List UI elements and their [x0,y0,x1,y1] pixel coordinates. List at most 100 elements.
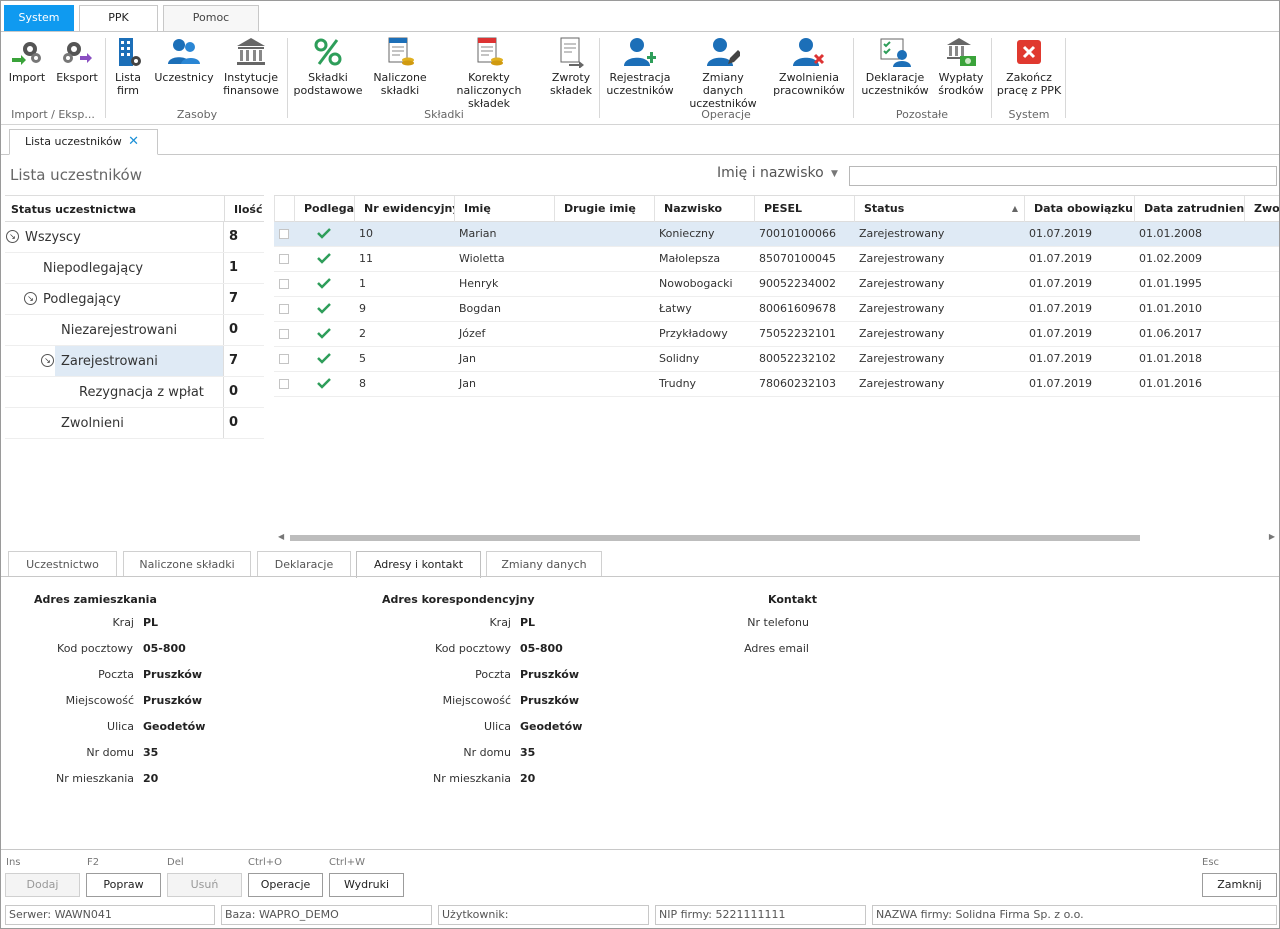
status-row-zwolnieni[interactable]: Zwolnieni 0 [5,408,264,439]
group-label-import: Import / Eksp... [11,108,95,121]
cell-drugie-imie [554,347,654,371]
usun-button[interactable]: Usuń [167,873,242,897]
expand-icon[interactable]: ↘ [24,292,37,305]
cell-nr: 5 [359,352,366,365]
popraw-button[interactable]: Popraw [86,873,161,897]
search-field-selector[interactable]: Imię i nazwisko [717,165,824,181]
detail-tabs: Uczestnictwo Naliczone składki Deklaracj… [1,549,1279,578]
grid-header: Podlega Nr ewidencyjny Imię Drugie imię … [274,195,1279,222]
cell-pesel: 78060232103 [759,377,836,390]
deklaracje-button[interactable]: Deklaracje uczestników [857,36,933,100]
column-header-nr[interactable]: Nr ewidencyjny [354,196,454,222]
scroll-left-icon[interactable]: ◀ [278,532,284,541]
checkmark-icon [317,302,331,317]
document-tab[interactable]: Lista uczestników ✕ [9,129,158,155]
column-header-data-zatrudnienia[interactable]: Data zatrudnienia [1134,196,1244,222]
column-header-count[interactable]: Ilość [234,203,263,216]
wyplaty-button[interactable]: Wypłaty środków [935,36,987,100]
column-header-pesel[interactable]: PESEL [754,196,854,222]
import-button[interactable]: Import [5,36,49,100]
users-icon [153,36,215,68]
status-row-niezarejestrowani[interactable]: Niezarejestrowani 0 [5,315,264,346]
scroll-right-icon[interactable]: ▶ [1269,532,1275,541]
row-checkbox[interactable] [279,304,289,314]
zwroty-button[interactable]: Zwroty składek [547,36,595,100]
uczestnicy-button[interactable]: Uczestnicy [153,36,215,100]
zwolnienia-button[interactable]: Zwolnienia pracowników [769,36,849,100]
operacje-button[interactable]: Operacje [248,873,323,897]
column-header-data-obowiazku[interactable]: Data obowiązku [1024,196,1134,222]
search-input[interactable] [849,166,1277,186]
label-kraj: Kraj [112,616,134,629]
expand-icon[interactable]: ↘ [6,230,19,243]
skladki-podstawowe-button[interactable]: Składki podstawowe [291,36,365,100]
zakoncz-button[interactable]: Zakończ pracę z PPK [995,36,1063,100]
zamknij-button[interactable]: Zamknij [1202,873,1277,897]
table-row[interactable]: 1 Henryk Nowobogacki 90052234002 Zarejestrow… [274,272,1279,297]
label-kod-pocztowy: Kod pocztowy [435,642,511,655]
column-header-select[interactable] [274,196,294,222]
dodaj-button[interactable]: Dodaj [5,873,80,897]
expand-icon[interactable]: ↘ [41,354,54,367]
status-row-wszyscy[interactable]: ↘ Wszyscy 8 [5,222,264,253]
tab-system[interactable]: System [4,5,74,31]
tab-uczestnictwo[interactable]: Uczestnictwo [8,551,117,577]
horizontal-scrollbar[interactable]: ◀ ▶ [274,532,1279,544]
eksport-button[interactable]: Eksport [53,36,101,100]
percent-icon [291,36,365,68]
row-checkbox[interactable] [279,354,289,364]
table-row[interactable]: 9 Bogdan Łatwy 80061609678 Zarejestrowany 01.… [274,297,1279,322]
value-kraj: PL [143,616,159,629]
value-nr-domu: 35 [143,746,159,759]
column-header-drugie-imie[interactable]: Drugie imię [554,196,654,222]
instytucje-button[interactable]: Instytucje finansowe [219,36,283,100]
tab-zmiany-danych[interactable]: Zmiany danych [486,551,602,577]
cell-imie: Wioletta [459,252,505,265]
column-header-zwol[interactable]: Zwol [1244,196,1279,222]
zmiany-danych-button[interactable]: Zmiany danych uczestników [681,36,765,110]
user-edit-icon [681,36,765,68]
close-icon[interactable]: ✕ [128,130,139,154]
column-header-status[interactable]: Status uczestnictwa [11,203,136,216]
column-header-status[interactable]: Status ▲ [854,196,1024,222]
cell-imie: Jan [459,352,476,365]
label-nr-mieszkania: Nr mieszkania [56,772,134,785]
label-poczta: Poczta [475,668,511,681]
tab-pomoc[interactable]: Pomoc [163,5,259,31]
scrollbar-thumb[interactable] [290,535,1140,541]
column-header-imie[interactable]: Imię [454,196,554,222]
shortcut-ctrl-o: Ctrl+O [248,857,283,868]
table-row[interactable]: 8 Jan Trudny 78060232103 Zarejestrowany 01.07… [274,372,1279,397]
naliczone-skladki-button[interactable]: Naliczone składki [369,36,431,100]
table-row[interactable]: 5 Jan Solidny 80052232102 Zarejestrowany 01.0… [274,347,1279,372]
cell-drugie-imie [554,222,654,246]
status-row-zarejestrowani[interactable]: ↘ Zarejestrowani 7 [5,346,264,377]
rejestracja-button[interactable]: Rejestracja uczestników [603,36,677,100]
table-row[interactable]: 11 Wioletta Małolepsza 85070100045 Zarejestr… [274,247,1279,272]
korekty-button[interactable]: Korekty naliczonych składek [435,36,543,110]
row-checkbox[interactable] [279,254,289,264]
label-miejscowosc: Miejscowość [442,694,511,707]
row-checkbox[interactable] [279,379,289,389]
row-checkbox[interactable] [279,229,289,239]
status-row-rezygnacja[interactable]: Rezygnacja z wpłat 0 [5,377,264,408]
cell-imie: Jan [459,377,476,390]
status-row-niepodlegajacy[interactable]: Niepodlegający 1 [5,253,264,284]
row-checkbox[interactable] [279,279,289,289]
status-user: Użytkownik: [438,905,649,925]
tab-adresy-i-kontakt[interactable]: Adresy i kontakt [356,551,481,578]
tab-naliczone-skladki[interactable]: Naliczone składki [123,551,251,577]
table-row[interactable]: 2 Józef Przykładowy 75052232101 Zarejestrowa… [274,322,1279,347]
column-header-podlega[interactable]: Podlega [294,196,354,222]
table-row[interactable]: 10 Marian Konieczny 70010100066 Zarejestrowa… [274,222,1279,247]
column-header-nazwisko[interactable]: Nazwisko [654,196,754,222]
tab-deklaracje[interactable]: Deklaracje [257,551,351,577]
chevron-down-icon[interactable]: ▼ [831,169,838,179]
wydruki-button[interactable]: Wydruki [329,873,404,897]
tab-ppk[interactable]: PPK [79,5,158,32]
divider [1,154,1279,155]
lista-firm-button[interactable]: Lista firm [109,36,147,100]
status-row-podlegajacy[interactable]: ↘ Podlegający 7 [5,284,264,315]
value-miejscowosc: Pruszków [143,694,203,707]
row-checkbox[interactable] [279,329,289,339]
